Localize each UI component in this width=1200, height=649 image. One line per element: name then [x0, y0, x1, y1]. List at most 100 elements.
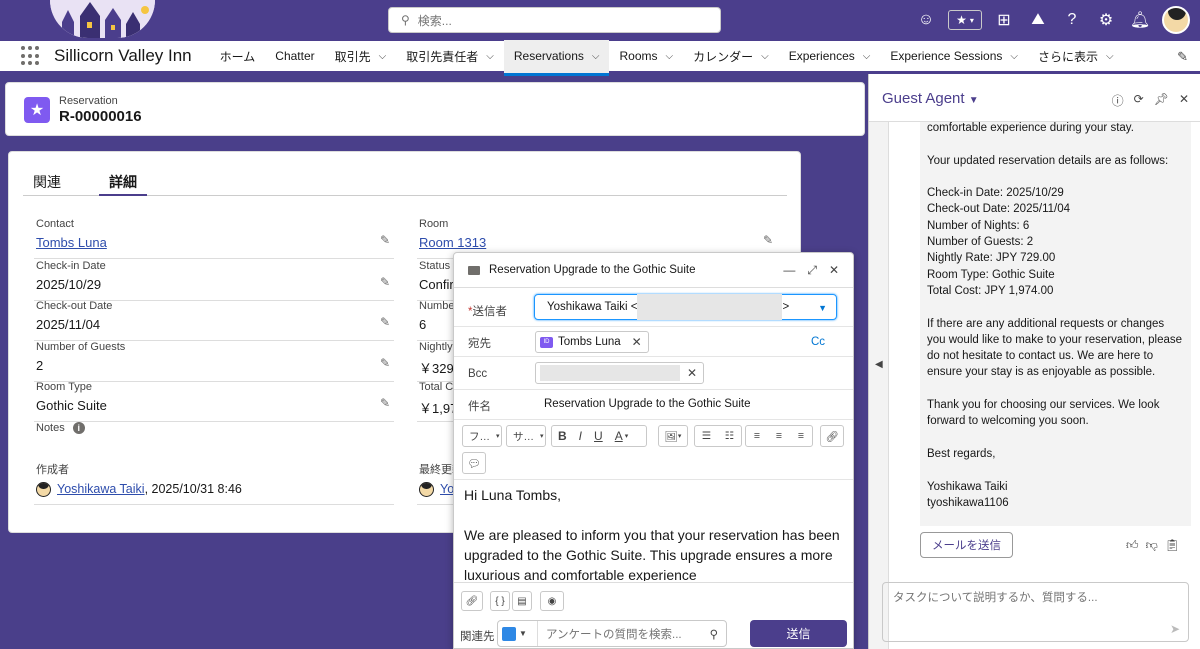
- nav-item-9[interactable]: さらに表示 ⌵: [1028, 40, 1124, 73]
- agent-prompt-input[interactable]: タスクについて説明するか、質問する... ➤: [882, 582, 1189, 642]
- quick-text-button[interactable]: 💬︎: [462, 452, 486, 474]
- related-to-search[interactable]: ▼ アンケートの質問を検索... ⚲: [497, 620, 727, 647]
- chevron-down-icon[interactable]: ⌵: [486, 51, 494, 62]
- message-paragraph: If there are any additional requests or …: [927, 317, 1183, 379]
- subject-label: 件名: [468, 401, 491, 413]
- pin-icon[interactable]: 📌︎: [1154, 92, 1169, 109]
- nav-item-label: Chatter: [275, 49, 315, 63]
- close-icon[interactable]: ✕: [1179, 92, 1189, 109]
- favorites-button[interactable]: ★ ▾: [948, 10, 982, 30]
- info-icon[interactable]: i: [72, 422, 85, 434]
- edit-pencil-icon[interactable]: ✎: [380, 356, 390, 370]
- field-label: Numbe: [419, 300, 455, 312]
- avatar: [36, 482, 51, 498]
- expand-icon[interactable]: ⤢: [807, 263, 817, 278]
- chevron-down-icon[interactable]: ⌵: [379, 51, 387, 62]
- chevron-down-icon: ▾: [969, 15, 974, 25]
- text-color-button[interactable]: A: [609, 429, 623, 443]
- add-icon[interactable]: ⊞: [992, 8, 1016, 32]
- bullet-list-icon[interactable]: ☷: [725, 430, 734, 442]
- app-launcher-icon[interactable]: [21, 46, 41, 66]
- chevron-down-icon[interactable]: ⌵: [761, 51, 769, 62]
- related-search-placeholder: アンケートの質問を検索...: [546, 628, 682, 641]
- nav-item-label: さらに表示: [1038, 49, 1099, 64]
- edit-pencil-icon[interactable]: ✎: [380, 233, 390, 247]
- font-size-select[interactable]: サ… ▾: [506, 425, 546, 447]
- edit-pencil-icon[interactable]: ✎: [763, 233, 773, 247]
- chevron-down-icon[interactable]: ⌵: [863, 51, 871, 62]
- user-avatar[interactable]: [1162, 6, 1190, 34]
- chevron-down-icon[interactable]: ⌵: [1106, 51, 1114, 62]
- insert-link-button[interactable]: 🔗︎: [820, 425, 844, 447]
- numbered-list-icon[interactable]: ☰: [702, 430, 711, 442]
- align-right-icon[interactable]: ≡: [798, 430, 804, 442]
- remove-recipient-icon[interactable]: ✕: [687, 366, 697, 380]
- edit-pencil-icon[interactable]: ✎: [380, 275, 390, 289]
- thumbs-up-icon[interactable]: 👍︎: [1126, 538, 1139, 553]
- bold-button[interactable]: B: [552, 429, 573, 443]
- edit-pencil-icon[interactable]: ✎: [380, 396, 390, 410]
- room-link[interactable]: Room 1313: [419, 235, 486, 250]
- help-icon[interactable]: ?: [1060, 8, 1084, 32]
- nav-item-2[interactable]: 取引先 ⌵: [325, 40, 397, 73]
- align-left-icon[interactable]: ≡: [754, 430, 760, 442]
- recipient-pill[interactable]: ID Tombs Luna ✕: [535, 331, 649, 353]
- astro-icon[interactable]: ☺: [914, 8, 938, 32]
- close-icon[interactable]: ✕: [829, 263, 839, 278]
- nav-item-5[interactable]: Rooms ⌵: [609, 40, 683, 73]
- from-value: Yoshikawa Taiki <: [547, 301, 638, 313]
- send-arrow-icon[interactable]: ➤: [1170, 622, 1180, 636]
- italic-button[interactable]: I: [573, 429, 588, 443]
- chevron-down-icon[interactable]: ⌵: [666, 51, 674, 62]
- created-by-link[interactable]: Yoshikawa Taiki: [57, 482, 145, 496]
- send-button[interactable]: 送信: [750, 620, 847, 647]
- nav-item-4[interactable]: Reservations ⌵: [503, 39, 610, 76]
- copy-icon[interactable]: 📋︎: [1165, 538, 1180, 553]
- attach-file-icon[interactable]: 🔗︎: [461, 591, 483, 611]
- minimize-icon[interactable]: —: [783, 263, 795, 278]
- bcc-row: Bcc ✕: [454, 357, 853, 390]
- chevron-down-icon[interactable]: ⌵: [1010, 51, 1018, 62]
- related-object-selector[interactable]: ▼: [498, 621, 538, 646]
- nav-item-6[interactable]: カレンダー ⌵: [683, 40, 779, 73]
- underline-button[interactable]: U: [588, 429, 609, 443]
- nav-item-label: 取引先: [334, 49, 371, 64]
- message-paragraph: Yoshikawa Taiki tyoshikawa1106: [927, 480, 1009, 509]
- tab-details[interactable]: 詳細: [99, 166, 147, 196]
- bell-icon[interactable]: 🔔︎: [1128, 8, 1152, 32]
- email-body-editor[interactable]: Hi Luna Tombs, We are pleased to inform …: [464, 485, 844, 581]
- preview-eye-icon[interactable]: ◉: [540, 591, 564, 611]
- edit-pencil-icon[interactable]: ✎: [380, 315, 390, 329]
- nav-item-8[interactable]: Experience Sessions ⌵: [880, 40, 1028, 73]
- bcc-recipient-pill[interactable]: ✕: [535, 362, 704, 384]
- link-icon: 🔗︎: [825, 430, 839, 443]
- insert-merge-field-icon[interactable]: { }: [490, 591, 510, 611]
- org-logo[interactable]: [50, 0, 155, 38]
- nav-item-0[interactable]: ホーム: [210, 40, 266, 73]
- contact-link[interactable]: Tombs Luna: [36, 235, 107, 250]
- cc-link[interactable]: Cc: [811, 336, 825, 348]
- thumbs-down-icon[interactable]: 👎︎: [1146, 538, 1158, 553]
- trailhead-icon[interactable]: ⛰: [1026, 8, 1050, 32]
- edit-nav-icon[interactable]: ✎: [1177, 49, 1188, 65]
- agent-info-icon[interactable]: ⓘ: [1112, 92, 1124, 109]
- align-center-icon[interactable]: ≡: [776, 430, 782, 442]
- new-chat-icon[interactable]: ⟳: [1134, 92, 1144, 109]
- remove-recipient-icon[interactable]: ✕: [632, 335, 642, 349]
- from-select[interactable]: Yoshikawa Taiki < > ▼: [534, 294, 837, 320]
- setup-gear-icon[interactable]: ⚙: [1094, 8, 1118, 32]
- field-contact: Contact Tombs Luna ✎: [34, 218, 394, 259]
- chevron-down-icon[interactable]: ⌵: [592, 51, 600, 62]
- nav-item-1[interactable]: Chatter: [265, 40, 324, 73]
- send-email-button[interactable]: メールを送信: [920, 532, 1013, 558]
- panel-collapse-handle[interactable]: ◀: [869, 122, 889, 649]
- nav-item-3[interactable]: 取引先責任者 ⌵: [396, 40, 504, 73]
- template-icon[interactable]: ▤: [512, 591, 532, 611]
- nav-item-7[interactable]: Experiences ⌵: [779, 40, 881, 73]
- font-family-select[interactable]: フ… ▾: [462, 425, 502, 447]
- tab-related[interactable]: 関連: [23, 166, 71, 196]
- global-search-input[interactable]: ⚲ 検索...: [388, 7, 721, 33]
- record-name: R-00000016: [59, 108, 142, 125]
- subject-input[interactable]: Reservation Upgrade to the Gothic Suite: [544, 398, 750, 410]
- insert-image-button[interactable]: 🖼︎ ▾: [658, 425, 688, 447]
